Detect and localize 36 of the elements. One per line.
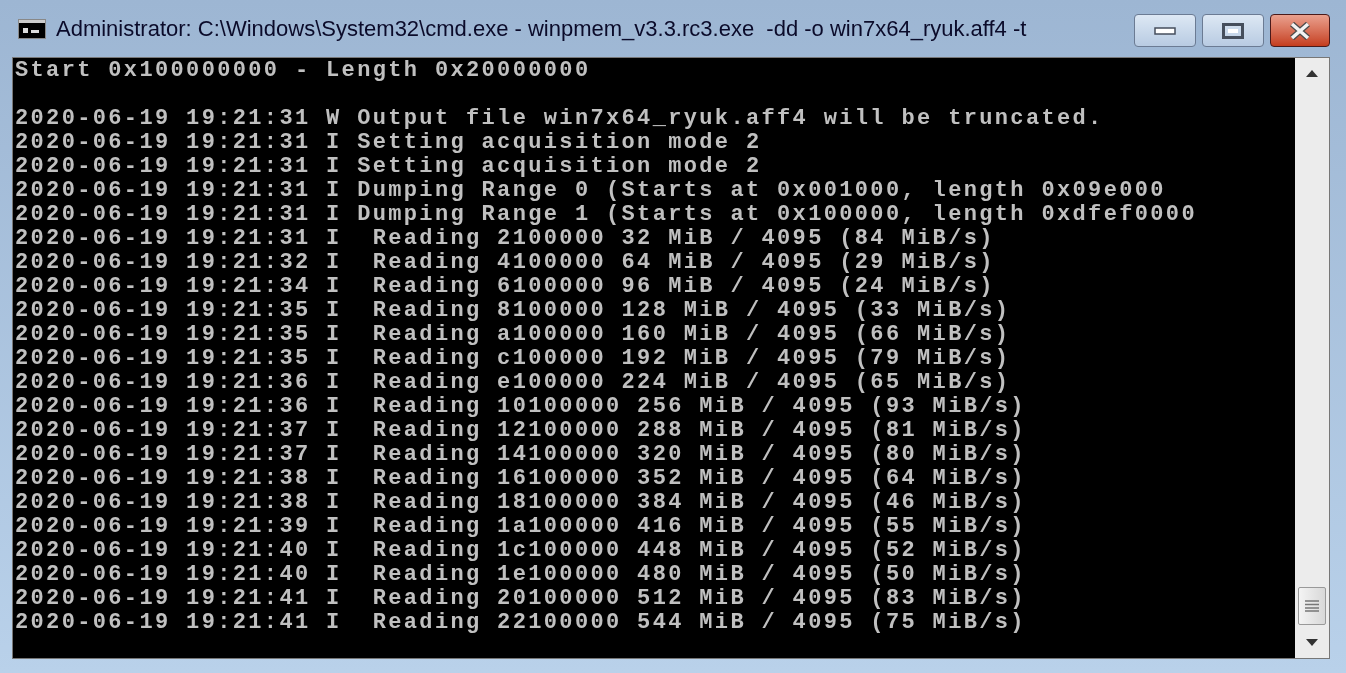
log-line: 2020-06-19 19:21:40 I Reading 1e100000 480 MiB / 4095 (50 MiB/s) [15,563,1026,587]
log-line: 2020-06-19 19:21:31 I Dumping Range 1 (Starts at 0x100000, length 0xdfef0000 [15,203,1197,227]
scroll-down-icon[interactable] [1306,639,1318,646]
close-button[interactable] [1270,14,1330,47]
log-line: 2020-06-19 19:21:36 I Reading 10100000 256 MiB / 4095 (93 MiB/s) [15,395,1026,419]
log-line: 2020-06-19 19:21:35 I Reading 8100000 128 MiB / 4095 (33 MiB/s) [15,299,1011,323]
close-icon [1289,21,1311,40]
log-line: 2020-06-19 19:21:40 I Reading 1c100000 448 MiB / 4095 (52 MiB/s) [15,539,1026,563]
log-line: 2020-06-19 19:21:41 I Reading 20100000 512 MiB / 4095 (83 MiB/s) [15,587,1026,611]
log-line: 2020-06-19 19:21:32 I Reading 4100000 64 MiB / 4095 (29 MiB/s) [15,251,995,275]
log-line: 2020-06-19 19:21:31 I Reading 2100000 32 MiB / 4095 (84 MiB/s) [15,227,995,251]
minimize-icon [1154,26,1176,35]
log-line: 2020-06-19 19:21:39 I Reading 1a100000 416 MiB / 4095 (55 MiB/s) [15,515,1026,539]
log-line: 2020-06-19 19:21:35 I Reading a100000 160 MiB / 4095 (66 MiB/s) [15,323,1011,347]
log-line: 2020-06-19 19:21:31 I Setting acquisition mode 2 [15,131,762,155]
scroll-thumb[interactable] [1298,587,1326,625]
scrollbar[interactable] [1295,58,1329,658]
log-line: 2020-06-19 19:21:31 W Output file win7x64_ryuk.aff4 will be truncated. [15,107,1104,131]
maximize-icon [1222,22,1244,39]
window-title: Administrator: C:\Windows\System32\cmd.exe - winpmem_v3.3.rc3.exe -dd -o win7x64_ryuk.aff4 -t [56,15,1027,43]
scroll-up-icon[interactable] [1306,70,1318,77]
log-line: 2020-06-19 19:21:37 I Reading 14100000 320 MiB / 4095 (80 MiB/s) [15,443,1026,467]
log-line: 2020-06-19 19:21:36 I Reading e100000 224 MiB / 4095 (65 MiB/s) [15,371,1011,395]
log-line: 2020-06-19 19:21:38 I Reading 18100000 384 MiB / 4095 (46 MiB/s) [15,491,1026,515]
log-line: 2020-06-19 19:21:41 I Reading 22100000 544 MiB / 4095 (75 MiB/s) [15,611,1026,635]
console-header-line: Start 0x100000000 - Length 0x20000000 [15,59,591,83]
log-line: 2020-06-19 19:21:35 I Reading c100000 192 MiB / 4095 (79 MiB/s) [15,347,1011,371]
log-line: 2020-06-19 19:21:31 I Setting acquisition mode 2 [15,155,762,179]
console-app-icon [18,18,46,39]
maximize-button[interactable] [1202,14,1264,47]
grip-icon [1305,600,1319,612]
minimize-button[interactable] [1134,14,1196,47]
log-line: 2020-06-19 19:21:37 I Reading 12100000 288 MiB / 4095 (81 MiB/s) [15,419,1026,443]
log-line: 2020-06-19 19:21:38 I Reading 16100000 352 MiB / 4095 (64 MiB/s) [15,467,1026,491]
log-line: 2020-06-19 19:21:34 I Reading 6100000 96 MiB / 4095 (24 MiB/s) [15,275,995,299]
log-line: 2020-06-19 19:21:31 I Dumping Range 0 (Starts at 0x001000, length 0x09e000 [15,179,1166,203]
